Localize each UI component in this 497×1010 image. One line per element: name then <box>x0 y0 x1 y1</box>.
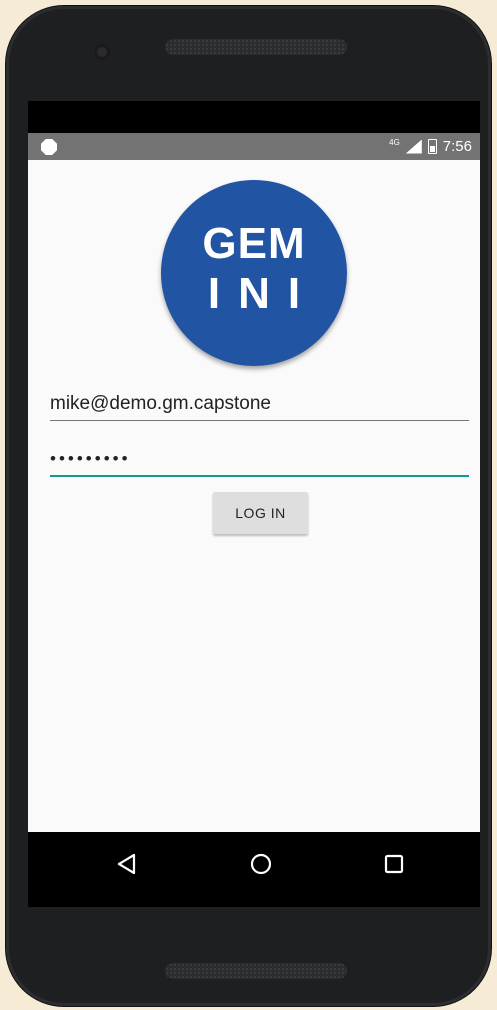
battery-icon <box>427 139 437 154</box>
password-field[interactable]: ••••••••• <box>50 447 469 477</box>
phone-frame: 4G 7:56 GEM INI mike@demo.gm.capstone ••… <box>6 6 491 1006</box>
home-icon[interactable] <box>249 852 273 881</box>
status-bar: 4G 7:56 <box>28 133 480 160</box>
logo-line-2: INI <box>207 269 319 318</box>
navigation-bar <box>28 832 480 907</box>
notification-icon <box>41 139 57 155</box>
recents-icon[interactable] <box>383 852 405 881</box>
signal-icon <box>405 139 422 154</box>
login-button[interactable]: LOG IN <box>213 492 308 534</box>
gemini-logo: GEM INI <box>161 180 347 366</box>
logo-line-1: GEM <box>202 219 306 268</box>
back-icon[interactable] <box>116 852 138 881</box>
bottom-speaker <box>165 963 347 979</box>
email-field[interactable]: mike@demo.gm.capstone <box>50 392 469 421</box>
screen: 4G 7:56 GEM INI mike@demo.gm.capstone ••… <box>28 101 480 907</box>
top-speaker <box>165 39 347 55</box>
status-indicators: 4G 7:56 <box>389 133 472 160</box>
status-time: 7:56 <box>442 138 472 155</box>
network-type: 4G <box>389 138 400 147</box>
front-camera <box>94 44 110 60</box>
login-screen: GEM INI mike@demo.gm.capstone ••••••••• … <box>28 160 480 832</box>
